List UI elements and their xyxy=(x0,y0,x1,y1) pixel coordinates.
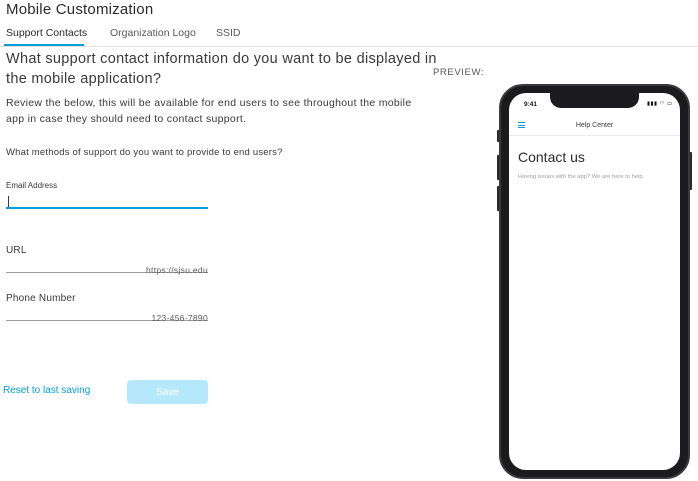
save-button[interactable]: Save xyxy=(127,380,208,404)
status-time: 9:41 xyxy=(524,101,538,108)
text-cursor xyxy=(8,196,9,207)
email-field-group: Email Address xyxy=(6,181,208,209)
section-description: Review the below, this will be available… xyxy=(6,97,412,125)
phone-helper-text: 123-456-7890 xyxy=(151,313,208,323)
tab-ssid[interactable]: SSID xyxy=(216,27,241,39)
status-icons: ▮▮▮ ◠ ▭ xyxy=(647,101,673,107)
tab-bar: Support Contacts Organization Logo SSID xyxy=(0,26,698,47)
contact-heading: Contact us xyxy=(518,149,585,165)
url-helper-text: https://sjsu.edu xyxy=(146,265,208,275)
phone-notch xyxy=(550,93,639,108)
preview-label: PREVIEW: xyxy=(433,67,485,78)
app-title: Help Center xyxy=(575,122,614,129)
tab-support-contacts[interactable]: Support Contacts xyxy=(6,27,87,39)
section-headline: What support contact information do you … xyxy=(6,51,437,87)
active-tab-indicator xyxy=(4,44,84,46)
app-header: Help Center xyxy=(509,115,680,136)
phone-screen: 9:41 ▮▮▮ ◠ ▭ Help Center Contact us Havi… xyxy=(509,93,680,470)
url-field-group: URL https://sjsu.edu xyxy=(6,245,208,275)
phone-field-label: Phone Number xyxy=(6,293,76,304)
email-field-label: Email Address xyxy=(6,181,58,190)
phone-preview-frame: 9:41 ▮▮▮ ◠ ▭ Help Center Contact us Havi… xyxy=(499,84,690,479)
email-input[interactable] xyxy=(6,190,208,209)
page-title: Mobile Customization xyxy=(6,1,154,18)
tab-organization-logo[interactable]: Organization Logo xyxy=(110,27,196,39)
reset-to-last-saving-link[interactable]: Reset to last saving xyxy=(3,385,90,396)
url-field-label: URL xyxy=(6,245,27,256)
contact-subtext: Having issues with the app? We are here … xyxy=(518,174,645,180)
phone-field-group: Phone Number 123-456-7890 xyxy=(6,293,208,323)
support-methods-question: What methods of support do you want to p… xyxy=(6,147,283,158)
